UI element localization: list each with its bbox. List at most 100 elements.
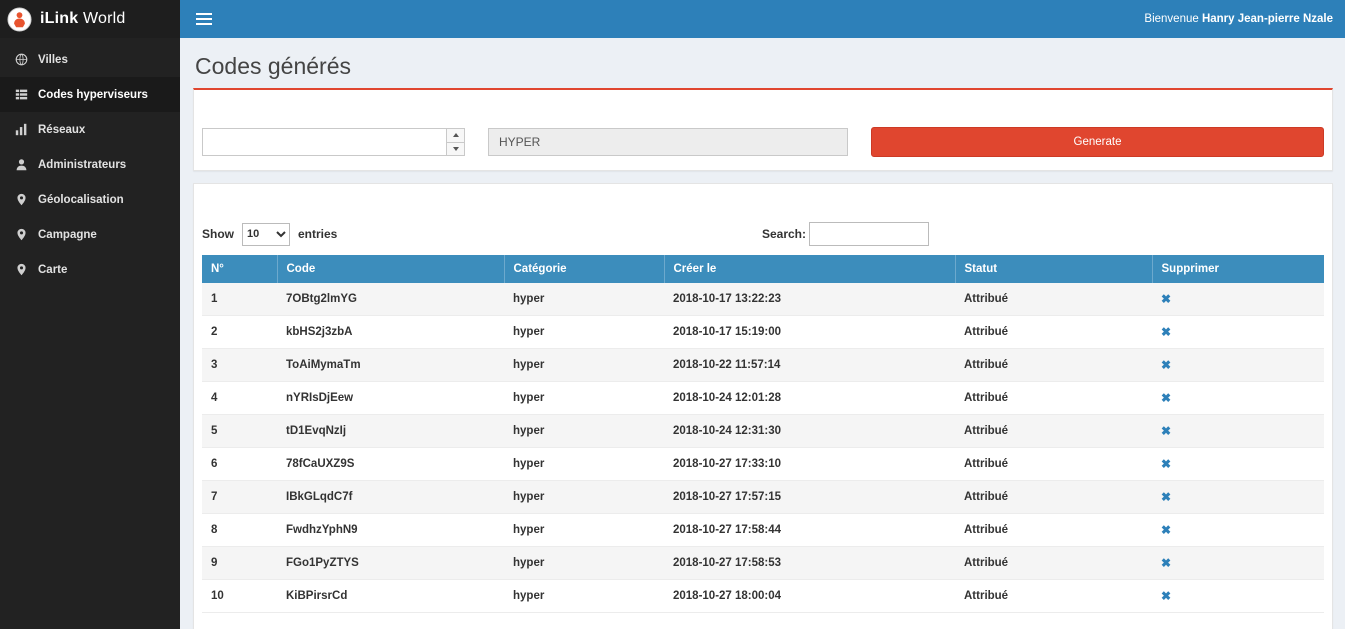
cell-num: 7 — [202, 481, 277, 514]
sidebar-item-label: Campagne — [38, 229, 97, 241]
table-controls: Show 10 entries Search: — [202, 222, 1324, 246]
sidebar-item-label: Villes — [38, 54, 68, 66]
cell-status: Attribué — [955, 547, 1152, 580]
sidebar-item-carte[interactable]: Carte — [0, 252, 180, 287]
welcome-prefix: Bienvenue — [1144, 13, 1202, 25]
delete-icon[interactable]: ✖ — [1161, 292, 1171, 306]
category-input[interactable]: HYPER — [488, 128, 848, 156]
cell-code: FwdhzYphN9 — [277, 514, 504, 547]
table-row: 5 tD1EvqNzIj hyper 2018-10-24 12:31:30 A… — [202, 415, 1324, 448]
cell-delete: ✖ — [1152, 547, 1324, 580]
delete-icon[interactable]: ✖ — [1161, 325, 1171, 339]
sidebar-item-geolocalisation[interactable]: Géolocalisation — [0, 182, 180, 217]
table-row: 7 IBkGLqdC7f hyper 2018-10-27 17:57:15 A… — [202, 481, 1324, 514]
cell-delete: ✖ — [1152, 283, 1324, 316]
delete-icon[interactable]: ✖ — [1161, 424, 1171, 438]
sidebar-item-reseaux[interactable]: Réseaux — [0, 112, 180, 147]
delete-icon[interactable]: ✖ — [1161, 490, 1171, 504]
cell-num: 2 — [202, 316, 277, 349]
spinner-up-icon[interactable] — [447, 129, 464, 143]
map-marker-icon — [15, 263, 28, 276]
cell-status: Attribué — [955, 382, 1152, 415]
page-length-select[interactable]: 10 — [242, 223, 290, 246]
brand[interactable]: iLink World — [0, 0, 180, 38]
cell-category: hyper — [504, 349, 664, 382]
page-title: Codes générés — [195, 52, 1333, 80]
cell-num: 4 — [202, 382, 277, 415]
cell-category: hyper — [504, 316, 664, 349]
welcome-text: Bienvenue Hanry Jean-pierre Nzale — [1144, 13, 1333, 25]
cell-created: 2018-10-27 18:00:04 — [664, 580, 955, 613]
cell-category: hyper — [504, 481, 664, 514]
cell-created: 2018-10-27 17:57:15 — [664, 481, 955, 514]
cell-category: hyper — [504, 283, 664, 316]
code-count-input[interactable] — [203, 129, 446, 155]
cell-code: 78fCaUXZ9S — [277, 448, 504, 481]
table-header: N° Code Catégorie Créer le Statut Suppri… — [202, 255, 1324, 283]
spinner-down-icon[interactable] — [447, 143, 464, 156]
cell-created: 2018-10-27 17:33:10 — [664, 448, 955, 481]
cell-status: Attribué — [955, 448, 1152, 481]
cell-created: 2018-10-22 11:57:14 — [664, 349, 955, 382]
cell-created: 2018-10-17 15:19:00 — [664, 316, 955, 349]
sidebar-item-administrateurs[interactable]: Administrateurs — [0, 147, 180, 182]
cell-status: Attribué — [955, 580, 1152, 613]
codes-table: N° Code Catégorie Créer le Statut Suppri… — [202, 255, 1324, 613]
menu-toggle-icon[interactable] — [192, 8, 216, 30]
cell-delete: ✖ — [1152, 349, 1324, 382]
sidebar-item-codes-hyperviseurs[interactable]: Codes hyperviseurs — [0, 77, 180, 112]
cell-num: 3 — [202, 349, 277, 382]
delete-icon[interactable]: ✖ — [1161, 391, 1171, 405]
column-header-category: Catégorie — [504, 255, 664, 283]
cell-num: 1 — [202, 283, 277, 316]
table-row: 6 78fCaUXZ9S hyper 2018-10-27 17:33:10 A… — [202, 448, 1324, 481]
topbar: iLink World Bienvenue Hanry Jean-pierre … — [0, 0, 1345, 38]
brand-title: iLink World — [40, 10, 126, 28]
cell-delete: ✖ — [1152, 514, 1324, 547]
main-content: Codes générés HYPER Generate Show 10 ent… — [180, 38, 1345, 629]
generate-button[interactable]: Generate — [871, 127, 1324, 157]
table-row: 10 KiBPirsrCd hyper 2018-10-27 18:00:04 … — [202, 580, 1324, 613]
table-row: 2 kbHS2j3zbA hyper 2018-10-17 15:19:00 A… — [202, 316, 1324, 349]
sidebar-item-label: Codes hyperviseurs — [38, 89, 148, 101]
cell-code: tD1EvqNzIj — [277, 415, 504, 448]
cell-delete: ✖ — [1152, 448, 1324, 481]
delete-icon[interactable]: ✖ — [1161, 556, 1171, 570]
cell-status: Attribué — [955, 415, 1152, 448]
delete-icon[interactable]: ✖ — [1161, 358, 1171, 372]
cell-category: hyper — [504, 382, 664, 415]
column-header-delete: Supprimer — [1152, 255, 1324, 283]
table-row: 8 FwdhzYphN9 hyper 2018-10-27 17:58:44 A… — [202, 514, 1324, 547]
search-input[interactable] — [809, 222, 929, 246]
cell-delete: ✖ — [1152, 481, 1324, 514]
brand-title-light: World — [83, 10, 126, 27]
sidebar-item-campagne[interactable]: Campagne — [0, 217, 180, 252]
cell-created: 2018-10-27 17:58:53 — [664, 547, 955, 580]
cell-code: FGo1PyZTYS — [277, 547, 504, 580]
column-header-status: Statut — [955, 255, 1152, 283]
map-marker-icon — [15, 228, 28, 241]
cell-code: nYRIsDjEew — [277, 382, 504, 415]
user-icon — [15, 158, 28, 171]
sidebar-item-villes[interactable]: Villes — [0, 42, 180, 77]
cell-category: hyper — [504, 514, 664, 547]
cell-created: 2018-10-24 12:31:30 — [664, 415, 955, 448]
cell-num: 10 — [202, 580, 277, 613]
cell-num: 5 — [202, 415, 277, 448]
delete-icon[interactable]: ✖ — [1161, 589, 1171, 603]
cell-category: hyper — [504, 415, 664, 448]
generate-form-row: HYPER Generate — [202, 127, 1324, 157]
delete-icon[interactable]: ✖ — [1161, 457, 1171, 471]
welcome-username: Hanry Jean-pierre Nzale — [1202, 13, 1333, 25]
show-label: Show — [202, 227, 234, 241]
table-row: 1 7OBtg2lmYG hyper 2018-10-17 13:22:23 A… — [202, 283, 1324, 316]
cell-status: Attribué — [955, 316, 1152, 349]
globe-icon — [15, 53, 28, 66]
table-row: 4 nYRIsDjEew hyper 2018-10-24 12:01:28 A… — [202, 382, 1324, 415]
sidebar-item-label: Administrateurs — [38, 159, 126, 171]
top-navbar: Bienvenue Hanry Jean-pierre Nzale — [180, 0, 1345, 38]
delete-icon[interactable]: ✖ — [1161, 523, 1171, 537]
number-spinner — [446, 129, 464, 155]
cell-delete: ✖ — [1152, 415, 1324, 448]
cell-created: 2018-10-24 12:01:28 — [664, 382, 955, 415]
